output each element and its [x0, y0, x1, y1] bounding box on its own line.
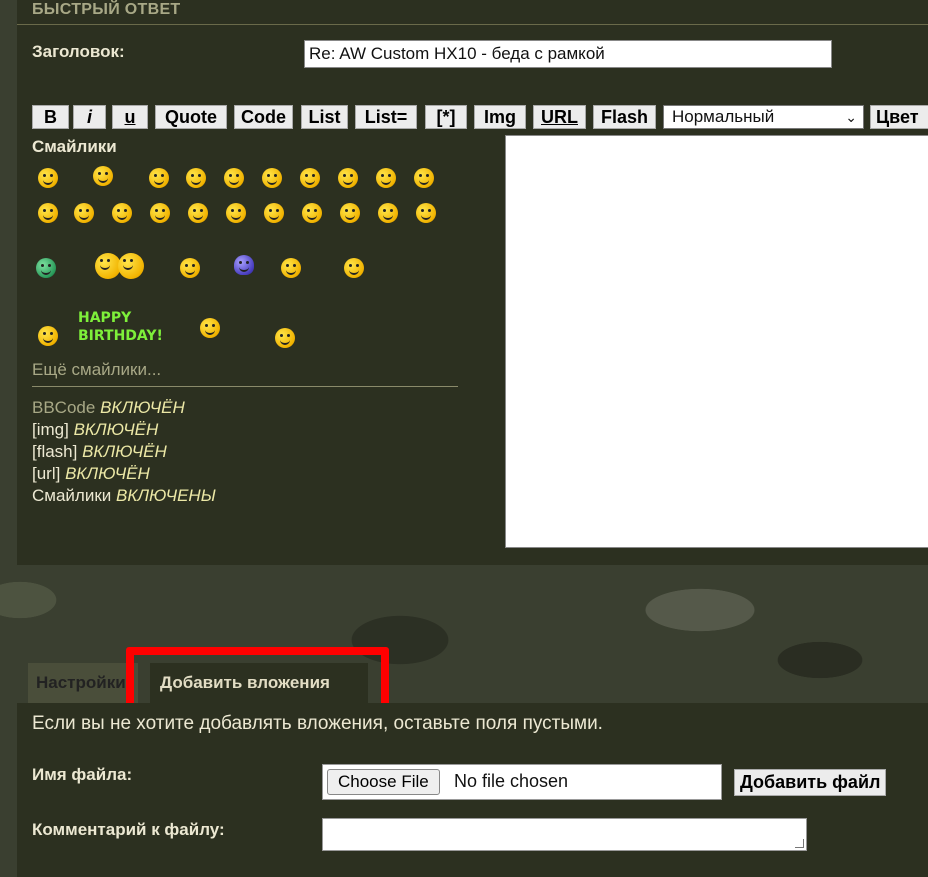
tongue-icon[interactable] — [414, 168, 434, 188]
neutral-icon[interactable] — [74, 203, 94, 223]
smilies-divider — [32, 386, 458, 387]
evil-icon[interactable] — [112, 203, 132, 223]
bbcode-state: ВКЛЮЧЁН — [100, 398, 185, 417]
section-title: БЫСТРЫЙ ОТВЕТ — [32, 1, 181, 18]
smilies-label: Смайлики — [32, 137, 117, 156]
img-label: [img] — [32, 420, 69, 439]
smilies-status-label: Смайлики — [32, 486, 112, 505]
list-item-button[interactable]: [*] — [425, 105, 467, 129]
more-smilies-link[interactable]: Ещё смайлики... — [32, 360, 161, 380]
status-img: [img] ВКЛЮЧЁН — [32, 420, 158, 440]
bold-button[interactable]: B — [32, 105, 69, 129]
file-comment-input[interactable] — [322, 818, 807, 851]
question-icon[interactable] — [302, 203, 322, 223]
url-label: [url] — [32, 464, 61, 483]
mad-icon[interactable] — [376, 168, 396, 188]
dance-smiley-icon[interactable] — [200, 318, 220, 338]
italic-button[interactable]: i — [73, 105, 106, 129]
resize-grip-icon[interactable] — [795, 839, 804, 848]
flag-smiley-icon[interactable] — [180, 258, 200, 278]
file-name-label: Имя файла: — [32, 765, 133, 784]
smile-small-icon[interactable] — [226, 203, 246, 223]
drums-right-icon[interactable] — [344, 258, 364, 278]
arrow-icon[interactable] — [378, 203, 398, 223]
status-smilies: Смайлики ВКЛЮЧЕНЫ — [32, 486, 216, 506]
file-input[interactable]: Choose File No file chosen — [322, 764, 722, 800]
list-ordered-button[interactable]: List= — [355, 105, 417, 129]
font-size-value: Нормальный — [672, 107, 775, 126]
message-textarea[interactable] — [505, 135, 928, 548]
attachments-hint: Если вы не хотите добавлять вложения, ос… — [32, 713, 603, 734]
surprised-icon[interactable] — [186, 168, 206, 188]
cool-smiley-icon[interactable] — [93, 166, 113, 186]
laugh-icon[interactable] — [338, 168, 358, 188]
small-smiley-icon[interactable] — [275, 328, 295, 348]
color-select[interactable]: Цвет — [870, 105, 928, 129]
party-smiley-icon — [38, 326, 58, 346]
shock-icon[interactable] — [224, 168, 244, 188]
list-button[interactable]: List — [301, 105, 348, 129]
no-file-text: No file chosen — [454, 771, 569, 791]
file-comment-label: Комментарий к файлу: — [32, 820, 225, 839]
highlight-box — [126, 647, 389, 711]
subject-label: Заголовок: — [32, 42, 125, 61]
sunglasses-icon[interactable] — [300, 168, 320, 188]
flash-label: [flash] — [32, 442, 78, 461]
status-bbcode: BBCode ВКЛЮЧЁН — [32, 398, 185, 418]
birthday-text-line2: BIRTHDAY! — [78, 328, 163, 344]
status-flash: [flash] ВКЛЮЧЁН — [32, 442, 167, 462]
img-state: ВКЛЮЧЁН — [73, 420, 159, 439]
img-button[interactable]: Img — [474, 105, 526, 129]
twisted-icon[interactable] — [150, 203, 170, 223]
wink-icon[interactable] — [38, 203, 58, 223]
sad-icon[interactable] — [149, 168, 169, 188]
url-button[interactable]: URL — [533, 105, 586, 129]
grin-green-icon[interactable] — [36, 258, 56, 278]
bbcode-link[interactable]: BBCode — [32, 398, 95, 417]
shifty-icon[interactable] — [416, 203, 436, 223]
status-url: [url] ВКЛЮЧЁН — [32, 464, 150, 484]
url-state: ВКЛЮЧЁН — [65, 464, 150, 483]
birthday-text-line1: HAPPY — [78, 310, 132, 326]
confused-icon[interactable] — [262, 168, 282, 188]
underline-button[interactable]: u — [112, 105, 148, 129]
subject-input[interactable]: Re: AW Custom HX10 - беда с рамкой — [304, 40, 832, 68]
flash-state: ВКЛЮЧЁН — [82, 442, 167, 461]
blue-monster-icon[interactable] — [234, 255, 254, 275]
exclaim-icon[interactable] — [264, 203, 284, 223]
flash-button[interactable]: Flash — [593, 105, 656, 129]
font-size-select[interactable]: Нормальный ⌄ — [663, 105, 864, 129]
quote-button[interactable]: Quote — [155, 105, 227, 129]
idea-icon[interactable] — [340, 203, 360, 223]
title-divider — [17, 24, 928, 25]
tab-settings[interactable]: Настройки — [28, 663, 138, 703]
cheer-right-icon[interactable] — [118, 253, 144, 279]
chevron-down-icon: ⌄ — [845, 109, 857, 125]
choose-file-button[interactable]: Choose File — [327, 769, 440, 795]
add-file-button[interactable]: Добавить файл — [734, 769, 887, 796]
rolleyes-icon[interactable] — [188, 203, 208, 223]
code-button[interactable]: Code — [234, 105, 293, 129]
smile-icon[interactable] — [38, 168, 58, 188]
drums-left-icon[interactable] — [281, 258, 301, 278]
happy-birthday-icon[interactable]: HAPPY BIRTHDAY! — [38, 310, 163, 350]
smilies-state: ВКЛЮЧЕНЫ — [116, 486, 216, 505]
